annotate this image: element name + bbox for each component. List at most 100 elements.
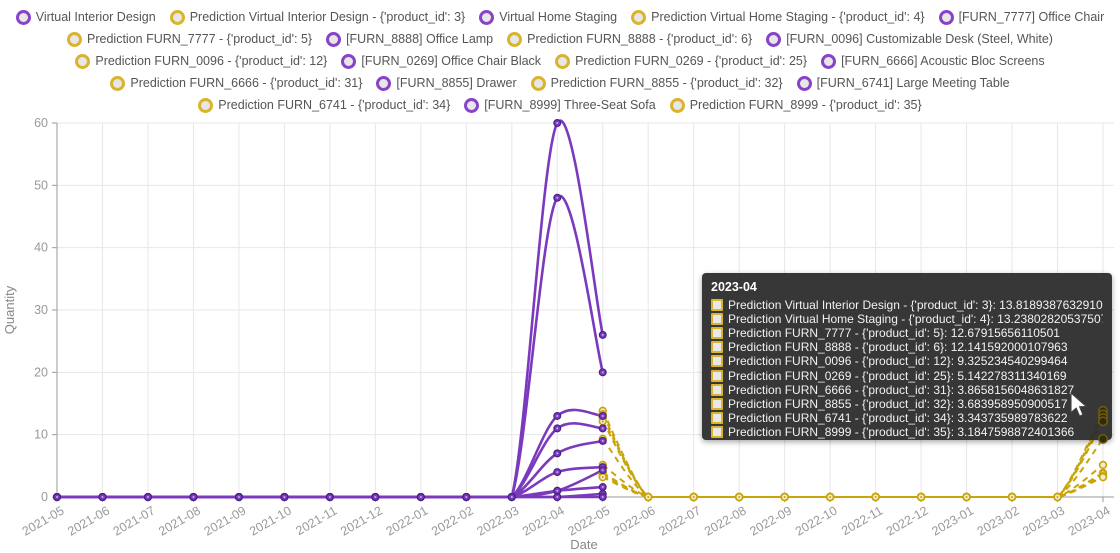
legend-item-actual-series[interactable]: [FURN_7777] Office Chair	[939, 10, 1105, 25]
legend-item-label: [FURN_6741] Large Meeting Table	[817, 76, 1010, 90]
prediction-series-marker-icon	[75, 54, 90, 69]
tooltip-row: Prediction Virtual Home Staging - {'prod…	[711, 312, 1103, 326]
legend-item-actual-series[interactable]: Virtual Interior Design	[16, 10, 156, 25]
actual-data-point-center	[602, 469, 604, 471]
actual-series-marker-icon	[376, 76, 391, 91]
legend-item-prediction-series[interactable]: Prediction FURN_0096 - {'product_id': 12…	[75, 54, 327, 69]
legend-item-actual-series[interactable]: [FURN_0096] Customizable Desk (Steel, Wh…	[766, 32, 1053, 47]
legend-item-prediction-series[interactable]: Prediction FURN_8888 - {'product_id': 6}	[507, 32, 752, 47]
tooltip-series-swatch-icon	[711, 426, 723, 438]
actual-data-point-center	[420, 496, 422, 498]
legend-item-prediction-series[interactable]: Prediction FURN_8855 - {'product_id': 32…	[531, 76, 783, 91]
actual-data-point-center	[556, 427, 558, 429]
actual-data-point-center	[556, 490, 558, 492]
forecast-chart-page: Virtual Interior Design Prediction Virtua…	[0, 0, 1120, 553]
prediction-data-point-center	[602, 476, 604, 478]
actual-data-point-center	[283, 496, 285, 498]
legend-item-label: Virtual Home Staging	[499, 10, 617, 24]
prediction-data-point-center	[602, 420, 604, 422]
tooltip-row: Prediction FURN_8999 - {'product_id': 35…	[711, 425, 1103, 439]
tooltip-row-text: Prediction FURN_7777 - {'product_id': 5}…	[728, 326, 1060, 340]
legend-item-actual-series[interactable]: [FURN_0269] Office Chair Black	[341, 54, 541, 69]
legend-row: Prediction FURN_6666 - {'product_id': 31…	[0, 72, 1120, 94]
legend-item-actual-series[interactable]: [FURN_8999] Three-Seat Sofa	[464, 98, 655, 113]
prediction-series-marker-icon	[67, 32, 82, 47]
tooltip-series-swatch-icon	[711, 299, 723, 311]
prediction-series-marker-icon	[110, 76, 125, 91]
prediction-series-marker-icon	[170, 10, 185, 25]
prediction-series-line[interactable]	[603, 477, 1103, 497]
legend-item-actual-series[interactable]: Virtual Home Staging	[479, 10, 617, 25]
x-axis-tick-label: 2022-06	[611, 503, 658, 538]
tooltip-series-swatch-icon	[711, 327, 723, 339]
tooltip-row-text: Prediction FURN_8999 - {'product_id': 35…	[728, 425, 1074, 439]
tooltip-row: Prediction FURN_0096 - {'product_id': 12…	[711, 354, 1103, 368]
prediction-series-line[interactable]	[603, 474, 1103, 497]
hover-tooltip: 2023-04 Prediction Virtual Interior Desi…	[702, 273, 1112, 440]
legend-item-label: Prediction FURN_6666 - {'product_id': 31…	[130, 76, 362, 90]
x-axis-title: Date	[570, 537, 597, 552]
legend-item-label: [FURN_7777] Office Chair	[959, 10, 1105, 24]
prediction-series-line[interactable]	[603, 473, 1103, 497]
x-axis-tick-label: 2023-04	[1066, 503, 1113, 538]
prediction-series-marker-icon	[198, 98, 213, 113]
x-axis-tick-label: 2023-03	[1020, 503, 1067, 538]
legend-item-prediction-series[interactable]: Prediction FURN_6666 - {'product_id': 31…	[110, 76, 362, 91]
tooltip-series-swatch-icon	[711, 412, 723, 424]
prediction-series-line[interactable]	[603, 439, 1103, 497]
x-axis-tick-label: 2021-10	[247, 503, 294, 538]
actual-data-point-center	[602, 334, 604, 336]
legend-item-label: Prediction FURN_0269 - {'product_id': 25…	[575, 54, 807, 68]
tooltip-row-text: Prediction FURN_6741 - {'product_id': 34…	[728, 411, 1068, 425]
tooltip-row-text: Prediction FURN_8855 - {'product_id': 32…	[728, 397, 1068, 411]
actual-data-point-center	[556, 122, 558, 124]
tooltip-row: Prediction FURN_8888 - {'product_id': 6}…	[711, 340, 1103, 354]
legend-row: Prediction FURN_7777 - {'product_id': 5}…	[0, 28, 1120, 50]
actual-data-point-center	[238, 496, 240, 498]
x-axis-tick-label: 2023-01	[929, 503, 976, 538]
tooltip-row: Prediction FURN_6666 - {'product_id': 31…	[711, 383, 1103, 397]
legend-item-label: [FURN_6666] Acoustic Bloc Screens	[841, 54, 1045, 68]
x-axis-tick-label: 2021-09	[202, 503, 249, 538]
y-axis-tick-label: 40	[34, 241, 48, 255]
x-axis-tick-label: 2021-06	[65, 503, 112, 538]
legend-item-label: Prediction Virtual Home Staging - {'prod…	[651, 10, 924, 24]
x-axis-tick-label: 2022-09	[747, 503, 794, 538]
x-axis-tick-label: 2022-04	[520, 503, 567, 538]
legend-item-actual-series[interactable]: [FURN_8888] Office Lamp	[326, 32, 493, 47]
legend-item-prediction-series[interactable]: Prediction FURN_6741 - {'product_id': 34…	[198, 98, 450, 113]
legend-item-prediction-series[interactable]: Prediction FURN_7777 - {'product_id': 5}	[67, 32, 312, 47]
tooltip-row: Prediction FURN_6741 - {'product_id': 34…	[711, 411, 1103, 425]
actual-data-point-center	[556, 415, 558, 417]
actual-data-point-center	[602, 486, 604, 488]
actual-series-marker-icon	[766, 32, 781, 47]
tooltip-series-swatch-icon	[711, 313, 723, 325]
y-axis-tick-label: 0	[41, 490, 48, 504]
legend-item-actual-series[interactable]: [FURN_8855] Drawer	[376, 76, 516, 91]
legend-item-actual-series[interactable]: [FURN_6666] Acoustic Bloc Screens	[821, 54, 1045, 69]
legend-item-label: [FURN_8855] Drawer	[396, 76, 516, 90]
x-axis-tick-label: 2023-02	[975, 503, 1022, 538]
tooltip-row-text: Prediction Virtual Home Staging - {'prod…	[728, 312, 1103, 326]
actual-series-marker-icon	[341, 54, 356, 69]
legend-item-prediction-series[interactable]: Prediction Virtual Interior Design - {'p…	[170, 10, 466, 25]
actual-data-point-center	[465, 496, 467, 498]
x-axis-tick-label: 2022-10	[793, 503, 840, 538]
actual-series-marker-icon	[326, 32, 341, 47]
actual-series-marker-icon	[16, 10, 31, 25]
tooltip-series-swatch-icon	[711, 355, 723, 367]
actual-data-point-center	[556, 496, 558, 498]
tooltip-row-text: Prediction Virtual Interior Design - {'p…	[728, 298, 1103, 312]
actual-data-point-center	[602, 415, 604, 417]
legend-item-prediction-series[interactable]: Prediction Virtual Home Staging - {'prod…	[631, 10, 924, 25]
legend-item-actual-series[interactable]: [FURN_6741] Large Meeting Table	[797, 76, 1010, 91]
prediction-series-marker-icon	[531, 76, 546, 91]
tooltip-series-swatch-icon	[711, 398, 723, 410]
legend-item-prediction-series[interactable]: Prediction FURN_8999 - {'product_id': 35…	[670, 98, 922, 113]
prediction-data-point-center	[693, 496, 695, 498]
prediction-series-line[interactable]	[603, 476, 1103, 497]
legend-row: Prediction FURN_0096 - {'product_id': 12…	[0, 50, 1120, 72]
prediction-series-line[interactable]	[603, 465, 1103, 497]
legend-item-label: Virtual Interior Design	[36, 10, 156, 24]
legend-item-prediction-series[interactable]: Prediction FURN_0269 - {'product_id': 25…	[555, 54, 807, 69]
